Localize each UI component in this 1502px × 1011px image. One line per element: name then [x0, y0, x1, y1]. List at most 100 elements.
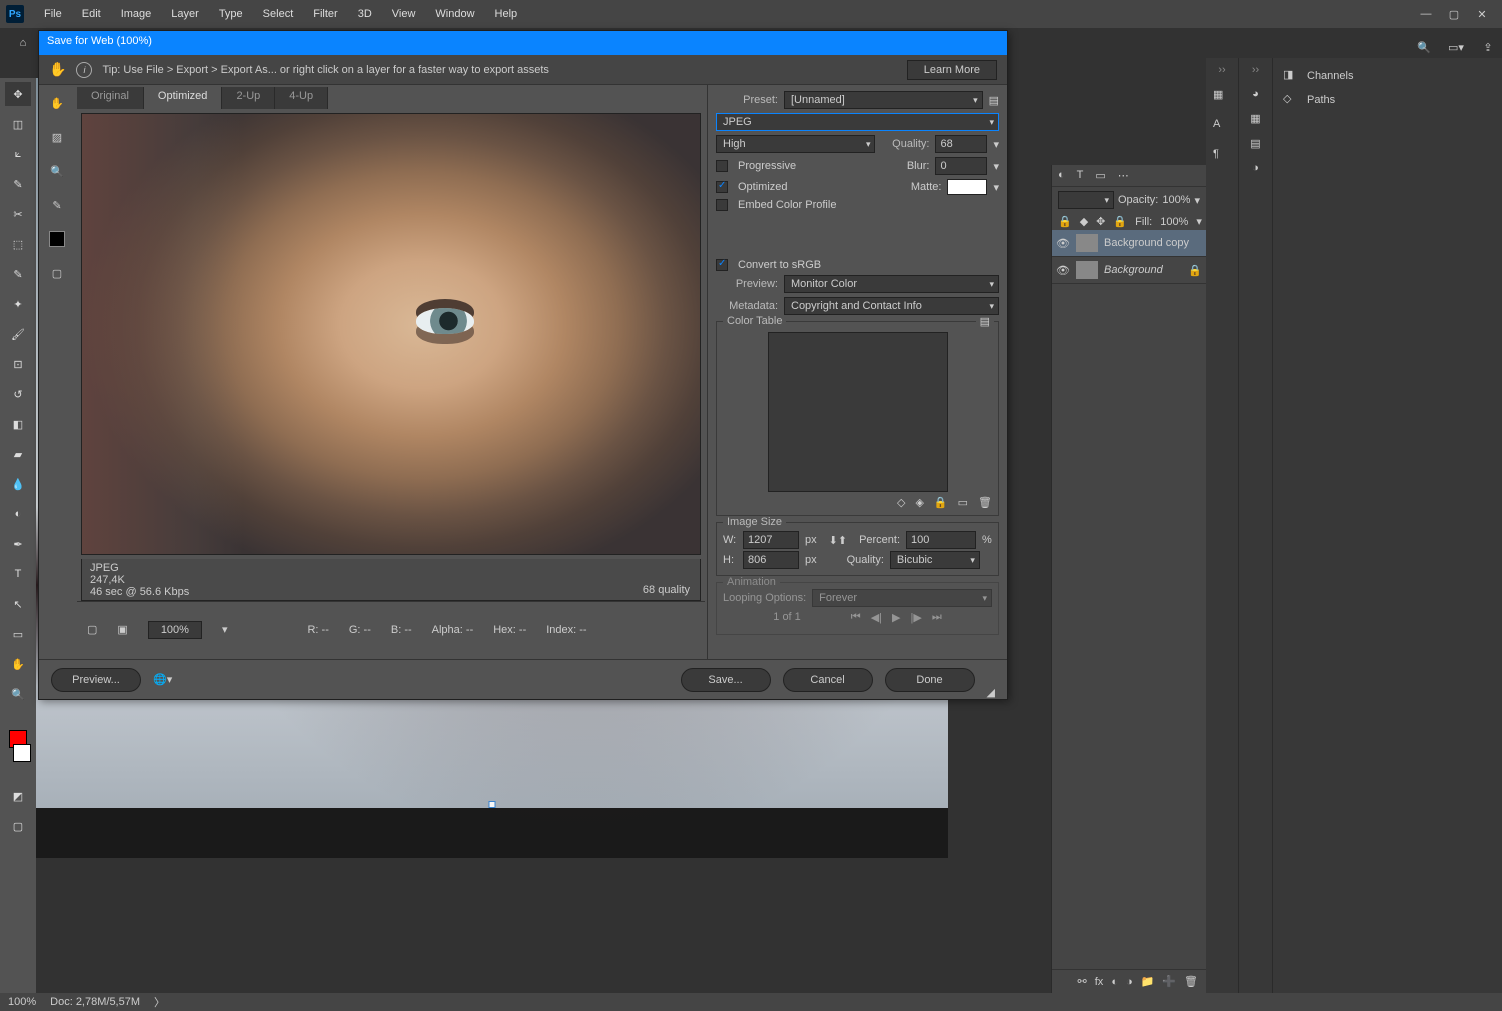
preview-button[interactable]: Preview...	[51, 668, 141, 692]
adjustments-icon[interactable]: ◐	[1058, 169, 1065, 182]
toggle-slice-vis-icon[interactable]: ▣	[117, 623, 127, 636]
transform-handle[interactable]	[489, 801, 496, 808]
background-color[interactable]	[13, 744, 31, 762]
tab-2up[interactable]: 2-Up	[222, 87, 275, 109]
paths-panel-tab[interactable]: ◇ Paths	[1277, 88, 1498, 112]
visibility-icon[interactable]: 👁	[1056, 264, 1070, 277]
link-icon[interactable]: ⚯	[1078, 975, 1087, 988]
lock-icon[interactable]: 🔒	[1058, 215, 1072, 228]
panel-handle-icon[interactable]: ››	[1252, 64, 1259, 76]
eyedropper-tool[interactable]: ✎	[5, 262, 31, 286]
menu-3d[interactable]: 3D	[348, 8, 382, 20]
eyedropper-color[interactable]	[44, 227, 70, 251]
zoom-tool[interactable]: 🔍	[44, 159, 70, 183]
share-icon[interactable]: ⇪	[1478, 37, 1498, 57]
layer-thumbnail[interactable]	[1076, 234, 1098, 252]
blur-tool[interactable]: 💧	[5, 472, 31, 496]
paragraph-icon[interactable]: A	[1213, 118, 1231, 136]
menu-filter[interactable]: Filter	[303, 8, 347, 20]
history-brush-tool[interactable]: ↺	[5, 382, 31, 406]
healing-tool[interactable]: ✦	[5, 292, 31, 316]
menu-view[interactable]: View	[382, 8, 426, 20]
menu-type[interactable]: Type	[209, 8, 253, 20]
pen-tool[interactable]: ✒	[5, 532, 31, 556]
quality-preset-dropdown[interactable]: High	[716, 135, 875, 153]
learn-more-button[interactable]: Learn More	[907, 60, 997, 80]
toggle-slices-icon[interactable]: ▢	[87, 623, 97, 636]
tab-4up[interactable]: 4-Up	[275, 87, 328, 109]
cancel-button[interactable]: Cancel	[783, 668, 873, 692]
resize-grip-icon[interactable]: ◢	[987, 686, 995, 699]
window-close[interactable]: ✕	[1468, 4, 1496, 24]
format-dropdown[interactable]: JPEG	[716, 113, 999, 131]
optimized-checkbox[interactable]	[716, 181, 728, 193]
zoom-tool[interactable]: 🔍	[5, 682, 31, 706]
matte-swatch[interactable]	[947, 179, 987, 195]
height-input[interactable]: 806	[743, 551, 799, 569]
preview-dropdown[interactable]: Monitor Color	[784, 275, 999, 293]
resample-dropdown[interactable]: Bicubic	[890, 551, 980, 569]
type-tool[interactable]: T	[5, 562, 31, 586]
menu-edit[interactable]: Edit	[72, 8, 111, 20]
ct-icon-1[interactable]: ◇	[897, 496, 905, 509]
quick-select-tool[interactable]: ✎	[5, 172, 31, 196]
type-panel-icon[interactable]: T	[1077, 169, 1084, 182]
progressive-checkbox[interactable]	[716, 160, 728, 172]
lasso-tool[interactable]: ⟀	[5, 142, 31, 166]
search-icon[interactable]: 🔍	[1414, 37, 1434, 57]
gradient-icon[interactable]: ▤	[1250, 137, 1260, 150]
zoom-dropdown[interactable]: 100%	[148, 621, 202, 639]
blend-mode-dropdown[interactable]	[1058, 191, 1114, 209]
menu-file[interactable]: File	[34, 8, 72, 20]
window-minimize[interactable]: —	[1412, 4, 1440, 24]
eraser-tool[interactable]: ◧	[5, 412, 31, 436]
done-button[interactable]: Done	[885, 668, 975, 692]
home-icon[interactable]: ⌂	[12, 32, 34, 54]
convert-srgb-checkbox[interactable]	[716, 259, 728, 271]
swatches-icon[interactable]: ▦	[1250, 112, 1260, 125]
channels-panel-tab[interactable]: ◨ Channels	[1277, 64, 1498, 88]
preset-menu-icon[interactable]: ▤	[989, 94, 999, 107]
crop-tool[interactable]: ✂	[5, 202, 31, 226]
slice-visibility[interactable]: ▢	[44, 261, 70, 285]
width-input[interactable]: 1207	[743, 531, 799, 549]
hand-tool-icon[interactable]: ✋	[49, 61, 66, 78]
link-icon[interactable]: ⬇⬆	[829, 534, 847, 547]
menu-window[interactable]: Window	[425, 8, 484, 20]
window-maximize[interactable]: ▢	[1440, 4, 1468, 24]
status-chevron-icon[interactable]: 〉	[154, 994, 165, 1010]
ct-lock-icon[interactable]: 🔒	[934, 496, 948, 509]
ct-icon-2[interactable]: ◈	[915, 496, 923, 509]
preset-dropdown[interactable]: [Unnamed]	[784, 91, 983, 109]
group-icon[interactable]: 📁	[1141, 975, 1155, 988]
screenmode-icon[interactable]: ▢	[5, 814, 31, 838]
fill-value[interactable]: 100%	[1160, 216, 1188, 228]
quality-input[interactable]: 68	[935, 135, 987, 153]
workspace-icon[interactable]: ▭▾	[1446, 37, 1466, 57]
new-layer-icon[interactable]: ➕	[1162, 975, 1176, 988]
circle-icon[interactable]: ◑	[1252, 162, 1259, 174]
visibility-icon[interactable]: 👁	[1056, 237, 1070, 250]
colortable-menu-icon[interactable]: ▤	[976, 315, 994, 328]
color-icon[interactable]: ◕	[1252, 88, 1259, 100]
trash-icon[interactable]: 🗑	[1184, 975, 1198, 988]
layer-name[interactable]: Background copy	[1104, 237, 1189, 249]
dodge-tool[interactable]: ◐	[5, 502, 31, 526]
layer-row-background-copy[interactable]: 👁 Background copy	[1052, 230, 1206, 257]
icon-85[interactable]: ▦	[1213, 88, 1231, 106]
menu-select[interactable]: Select	[253, 8, 304, 20]
brush-tool[interactable]: 🖌	[5, 322, 31, 346]
more-icon[interactable]: ⋯	[1118, 169, 1129, 182]
lock-pixels-icon[interactable]: ◆	[1080, 215, 1088, 228]
layer-row-background[interactable]: 👁 Background 🔒	[1052, 257, 1206, 284]
path-select-tool[interactable]: ↖	[5, 592, 31, 616]
eyedropper-tool[interactable]: ✎	[44, 193, 70, 217]
ct-trash-icon[interactable]: 🗑	[978, 496, 992, 509]
menu-layer[interactable]: Layer	[161, 8, 209, 20]
paragraph-icon[interactable]: ¶	[1213, 148, 1231, 166]
save-button[interactable]: Save...	[681, 668, 771, 692]
browser-preview-icon[interactable]: 🌐▾	[153, 673, 172, 686]
metadata-dropdown[interactable]: Copyright and Contact Info	[784, 297, 999, 315]
color-table[interactable]	[768, 332, 948, 492]
fx-icon[interactable]: fx	[1095, 976, 1104, 988]
